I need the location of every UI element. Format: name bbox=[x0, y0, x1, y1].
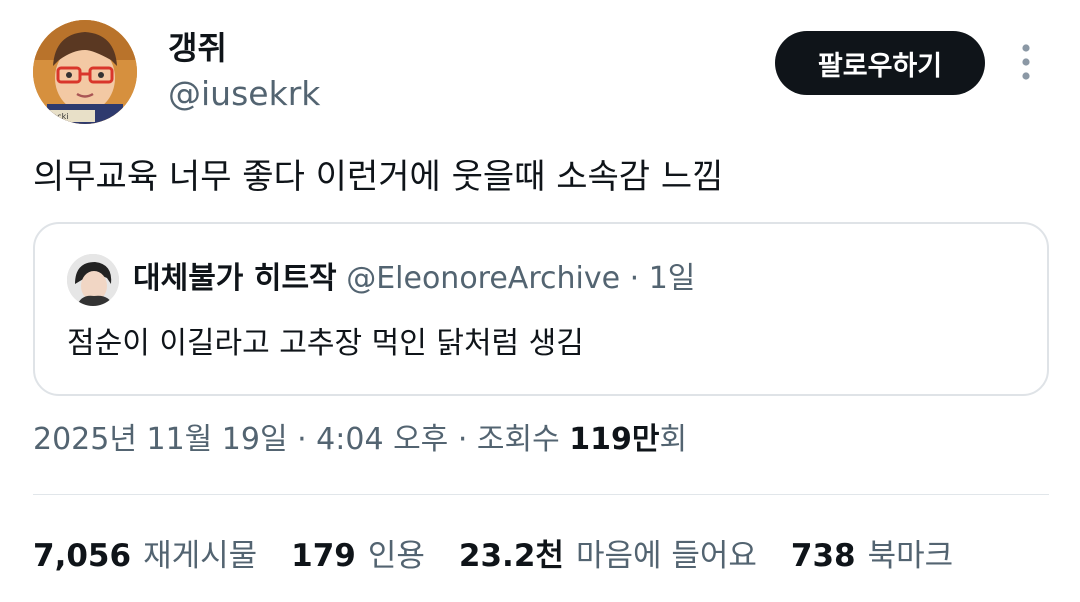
stat-number: 7,056 bbox=[33, 538, 132, 574]
tweet-metadata: 2025년 11월 19일 · 4:04 오후 · 조회수 119만회 bbox=[33, 418, 687, 462]
quote-text: 점순이 이길라고 고추장 먹인 닭처럼 생김 bbox=[67, 326, 584, 361]
views-count: 119만 bbox=[569, 422, 660, 457]
views-suffix: 회 bbox=[659, 422, 688, 457]
tweet-text: 의무교육 너무 좋다 이런거에 웃을때 소속감 느낌 bbox=[33, 157, 724, 197]
stat-label: 재게시물 bbox=[143, 538, 258, 574]
stat-quotes[interactable]: 179 인용 bbox=[291, 533, 425, 579]
stat-number: 23.2천 bbox=[458, 538, 564, 574]
quote-timestamp[interactable]: 1일 bbox=[649, 261, 696, 296]
quote-separator: · bbox=[629, 261, 640, 296]
quote-author-avatar[interactable] bbox=[67, 254, 119, 306]
quote-avatar-image bbox=[67, 254, 119, 306]
quote-header: 대체불가 히트작 @EleonoreArchive · 1일 bbox=[133, 258, 695, 300]
follow-button[interactable]: 팔로우하기 bbox=[775, 31, 985, 95]
divider bbox=[33, 494, 1049, 495]
engagement-stats: 7,056 재게시물 179 인용 23.2천 마음에 들어요 738 북마크 bbox=[33, 533, 987, 579]
author-name[interactable]: 갱쥐 bbox=[168, 28, 227, 68]
tweet-datetime[interactable]: 2025년 11월 19일 · 4:04 오후 · 조회수 bbox=[33, 422, 569, 457]
author-handle[interactable]: @iusekrk bbox=[168, 74, 320, 114]
more-icon[interactable] bbox=[1014, 42, 1038, 82]
stat-label: 마음에 들어요 bbox=[575, 538, 757, 574]
stat-reposts[interactable]: 7,056 재게시물 bbox=[33, 533, 257, 579]
stat-label: 북마크 bbox=[867, 538, 954, 574]
quote-author-name[interactable]: 대체불가 히트작 bbox=[133, 261, 337, 296]
avatar-image: e facki bbox=[33, 20, 137, 124]
stat-label: 인용 bbox=[367, 538, 425, 574]
quote-author-handle[interactable]: @EleonoreArchive bbox=[346, 261, 620, 296]
stat-bookmarks[interactable]: 738 북마크 bbox=[791, 533, 953, 579]
svg-text:e facki: e facki bbox=[42, 112, 68, 121]
stat-likes[interactable]: 23.2천 마음에 들어요 bbox=[459, 533, 757, 579]
stat-number: 738 bbox=[790, 538, 856, 574]
stat-number: 179 bbox=[291, 538, 356, 574]
author-avatar[interactable]: e facki bbox=[33, 20, 137, 124]
quoted-tweet-card[interactable]: 대체불가 히트작 @EleonoreArchive · 1일 점순이 이길라고 … bbox=[33, 222, 1049, 396]
